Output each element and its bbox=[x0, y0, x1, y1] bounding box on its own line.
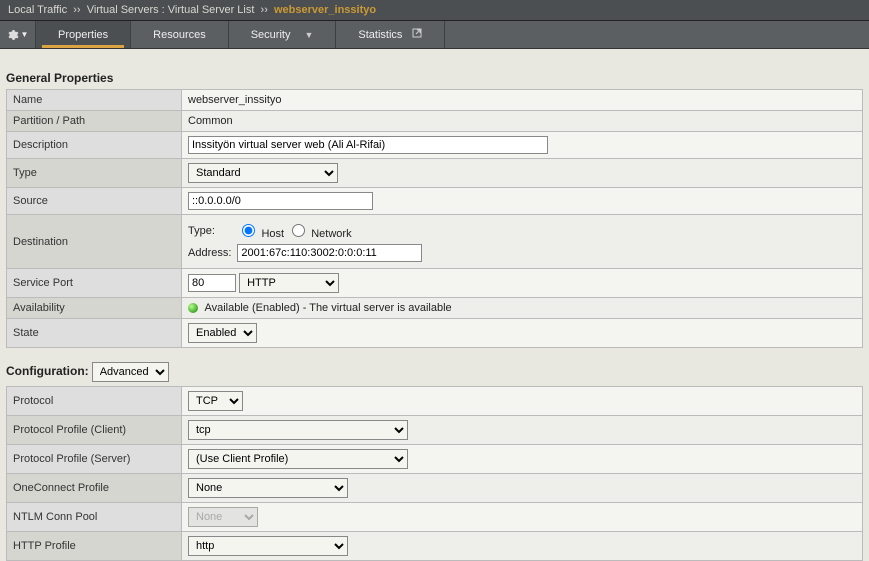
http-profile-select[interactable]: http bbox=[188, 536, 348, 556]
label-source: Source bbox=[7, 188, 182, 215]
radio-network-label[interactable]: Network bbox=[287, 228, 351, 240]
label-destination: Destination bbox=[7, 215, 182, 269]
source-input[interactable] bbox=[188, 192, 373, 210]
label-availability: Availability bbox=[7, 298, 182, 319]
dest-type-label: Type: bbox=[188, 219, 235, 242]
label-service-port: Service Port bbox=[7, 269, 182, 298]
tab-label: Resources bbox=[153, 29, 206, 41]
gear-icon bbox=[7, 29, 19, 41]
radio-network[interactable] bbox=[292, 224, 305, 237]
breadcrumb-sep: ›› bbox=[73, 4, 80, 16]
label-state: State bbox=[7, 319, 182, 348]
configuration-table: Protocol TCP Protocol Profile (Client) t… bbox=[6, 386, 863, 561]
tab-label: Properties bbox=[58, 29, 108, 41]
breadcrumb: Local Traffic ›› Virtual Servers : Virtu… bbox=[0, 0, 869, 21]
label-partition: Partition / Path bbox=[7, 111, 182, 132]
profile-server-select[interactable]: (Use Client Profile) bbox=[188, 449, 408, 469]
profile-client-select[interactable]: tcp bbox=[188, 420, 408, 440]
tab-resources[interactable]: Resources bbox=[131, 21, 229, 48]
gear-menu-button[interactable]: ▼ bbox=[0, 21, 36, 48]
chevron-down-icon: ▼ bbox=[304, 30, 313, 40]
radio-host-label[interactable]: Host bbox=[237, 228, 287, 240]
label-profile-server: Protocol Profile (Server) bbox=[7, 445, 182, 474]
label-type: Type bbox=[7, 159, 182, 188]
configuration-label: Configuration: bbox=[6, 364, 89, 378]
configuration-level-select[interactable]: Advanced bbox=[92, 362, 169, 382]
label-oneconnect: OneConnect Profile bbox=[7, 474, 182, 503]
tab-statistics[interactable]: Statistics bbox=[336, 21, 445, 48]
label-description: Description bbox=[7, 132, 182, 159]
label-name: Name bbox=[7, 90, 182, 111]
label-protocol: Protocol bbox=[7, 387, 182, 416]
value-partition: Common bbox=[182, 111, 863, 132]
port-input[interactable] bbox=[188, 274, 236, 292]
label-profile-client: Protocol Profile (Client) bbox=[7, 416, 182, 445]
tab-label: Statistics bbox=[358, 29, 402, 41]
breadcrumb-sep: ›› bbox=[261, 4, 268, 16]
breadcrumb-current: webserver_inssityo bbox=[274, 4, 376, 16]
state-select[interactable]: Enabled bbox=[188, 323, 257, 343]
oneconnect-select[interactable]: None bbox=[188, 478, 348, 498]
protocol-select[interactable]: TCP bbox=[188, 391, 243, 411]
general-properties-table: Name webserver_inssityo Partition / Path… bbox=[6, 89, 863, 348]
radio-network-text: Network bbox=[311, 228, 351, 240]
breadcrumb-part[interactable]: Virtual Servers : Virtual Server List bbox=[87, 4, 255, 16]
tab-security[interactable]: Security ▼ bbox=[229, 21, 337, 48]
value-name: webserver_inssityo bbox=[182, 90, 863, 111]
radio-host-text: Host bbox=[261, 228, 284, 240]
section-general-title: General Properties bbox=[6, 71, 863, 85]
tab-label: Security bbox=[251, 29, 291, 41]
label-ntlm: NTLM Conn Pool bbox=[7, 503, 182, 532]
popout-icon bbox=[412, 28, 422, 41]
description-input[interactable] bbox=[188, 136, 548, 154]
tab-properties[interactable]: Properties bbox=[36, 21, 131, 48]
port-service-select[interactable]: HTTP bbox=[239, 273, 339, 293]
type-select[interactable]: Standard bbox=[188, 163, 338, 183]
content-area: General Properties Name webserver_inssit… bbox=[0, 49, 869, 561]
availability-text: Available (Enabled) - The virtual server… bbox=[204, 302, 451, 314]
dest-address-label: Address: bbox=[188, 242, 235, 264]
status-available-icon bbox=[188, 303, 198, 313]
chevron-down-icon: ▼ bbox=[21, 30, 29, 39]
radio-host[interactable] bbox=[242, 224, 255, 237]
dest-address-input[interactable] bbox=[237, 244, 422, 262]
ntlm-select: None bbox=[188, 507, 258, 527]
breadcrumb-part[interactable]: Local Traffic bbox=[8, 4, 67, 16]
configuration-row: Configuration: Advanced bbox=[6, 362, 863, 382]
label-http-profile: HTTP Profile bbox=[7, 532, 182, 561]
tab-bar: ▼ Properties Resources Security ▼ Statis… bbox=[0, 21, 869, 49]
